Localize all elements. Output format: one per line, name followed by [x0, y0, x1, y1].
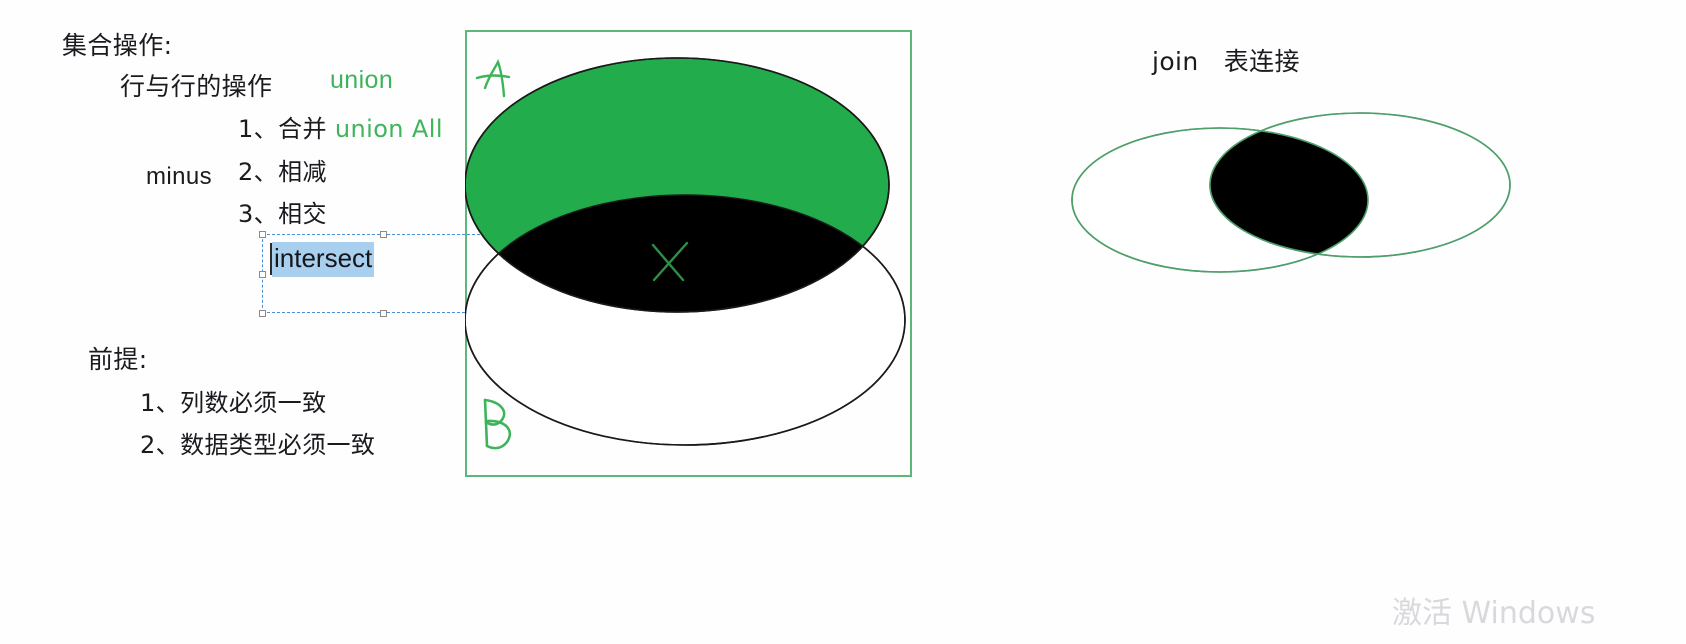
list-item-merge-text: 合并	[278, 115, 335, 143]
list-item-intersect-text: 相交	[278, 200, 327, 228]
list-item-subtract: 2、相减	[238, 152, 327, 187]
minus-keyword: minus	[146, 163, 213, 190]
union-all-keyword: union All	[334, 115, 443, 143]
join-title-spacer	[1199, 47, 1224, 76]
union-keyword: union	[330, 66, 394, 94]
set-diagram[interactable]	[465, 30, 912, 477]
prerequisite-item-1: 1、列数必须一致	[140, 389, 327, 417]
slide-canvas: 集合操作: 行与行的操作 union 1、合并 union All minus …	[0, 0, 1686, 644]
join-diagram[interactable]	[1030, 95, 1550, 285]
join-title-en: join	[1152, 47, 1199, 76]
label-b-annotation	[483, 398, 512, 450]
join-diagram-title: join 表连接	[1152, 42, 1300, 78]
set-operations-title: 集合操作:	[62, 31, 173, 60]
label-a-annotation	[475, 59, 511, 98]
resize-handle-middle-left[interactable]	[259, 271, 266, 278]
prerequisite-item-2: 2、数据类型必须一致	[140, 431, 376, 459]
list-item-merge-number: 1、	[238, 115, 279, 143]
resize-handle-bottom-center[interactable]	[380, 310, 387, 317]
prerequisite-title: 前提:	[88, 345, 148, 374]
intersect-textbox-value[interactable]: intersect	[272, 242, 375, 277]
resize-handle-top-left[interactable]	[259, 231, 266, 238]
join-title-cn: 表连接	[1223, 47, 1300, 76]
list-item-subtract-text: 相减	[278, 158, 327, 186]
windows-activation-watermark: 激活 Windows	[1392, 596, 1596, 631]
row-operation-label: 行与行的操作	[120, 72, 273, 101]
list-item-subtract-number: 2、	[238, 158, 279, 186]
resize-handle-top-center[interactable]	[380, 231, 387, 238]
list-item-merge: 1、合并 union All	[238, 109, 443, 144]
list-item-intersect: 3、相交	[238, 194, 327, 229]
list-item-intersect-number: 3、	[238, 200, 279, 228]
resize-handle-bottom-left[interactable]	[259, 310, 266, 317]
